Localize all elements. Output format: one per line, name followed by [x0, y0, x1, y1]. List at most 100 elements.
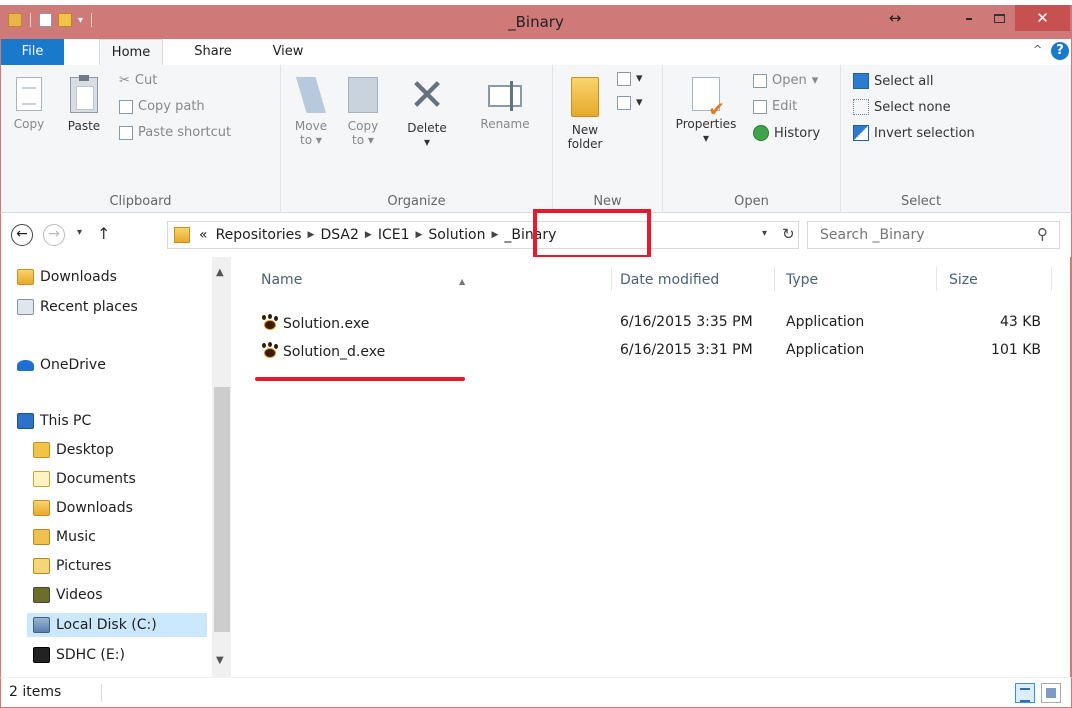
- open-group: Properties ▾ Open ▾ Edit History Open: [663, 65, 841, 213]
- tab-view[interactable]: View: [268, 39, 308, 65]
- large-icons-view-icon[interactable]: [1041, 683, 1061, 703]
- open-button[interactable]: Open ▾: [753, 73, 818, 88]
- downloads-folder-icon: [33, 500, 50, 516]
- column-divider[interactable]: [1051, 267, 1052, 291]
- collapse-ribbon-icon[interactable]: ^: [1033, 43, 1042, 56]
- cut-label: Cut: [134, 73, 158, 88]
- nav-item-local-disk-c[interactable]: Local Disk (C:): [27, 613, 207, 637]
- tab-file[interactable]: File: [1, 39, 64, 65]
- breadcrumb-ice1[interactable]: ICE1: [378, 227, 410, 243]
- breadcrumb-solution[interactable]: Solution: [428, 227, 485, 243]
- videos-folder-icon: [33, 587, 50, 603]
- easy-access-button[interactable]: ▾: [617, 95, 643, 110]
- file-type: Application: [786, 342, 865, 358]
- close-button[interactable]: ✕: [1015, 5, 1070, 31]
- column-divider[interactable]: [936, 267, 937, 291]
- history-button[interactable]: History: [753, 125, 820, 141]
- column-header-date-modified[interactable]: Date modified: [620, 267, 770, 293]
- paste-shortcut-button[interactable]: Paste shortcut: [119, 125, 231, 140]
- select-all-button[interactable]: Select all: [853, 73, 933, 89]
- scroll-down-icon[interactable]: ▼: [216, 655, 224, 666]
- minimize-button[interactable]: –: [954, 5, 984, 31]
- edit-button[interactable]: Edit: [753, 99, 797, 114]
- nav-item-music[interactable]: Music: [33, 525, 207, 549]
- file-size: 101 KB: [991, 342, 1041, 358]
- refresh-icon[interactable]: ↻: [782, 225, 795, 243]
- organize-group: Move to ▾ Copy to ▾ ✕ Delete ▾ Rename Or…: [281, 65, 553, 213]
- scrollbar-thumb[interactable]: [214, 387, 230, 632]
- ribbon-tabs: File Home Share View ^ ?: [0, 39, 1072, 65]
- select-none-button[interactable]: Select none: [853, 99, 951, 115]
- forward-button[interactable]: →: [43, 224, 65, 246]
- address-dropdown-icon[interactable]: ▾: [762, 228, 767, 239]
- search-input[interactable]: [807, 221, 1060, 249]
- column-header-size[interactable]: Size: [949, 267, 1049, 293]
- window-title: _Binary: [508, 13, 564, 31]
- paste-button[interactable]: Paste: [61, 75, 107, 133]
- new-folder-button[interactable]: New folder: [563, 77, 607, 151]
- nav-item-downloads-pc[interactable]: Downloads: [33, 496, 207, 520]
- snap-resize-icon[interactable]: ↔: [880, 5, 910, 31]
- copy-to-button[interactable]: Copy to ▾: [343, 77, 383, 147]
- file-date: 6/16/2015 3:35 PM: [620, 314, 753, 330]
- details-view-icon[interactable]: [1015, 683, 1035, 703]
- copy-button[interactable]: Copy: [9, 77, 49, 131]
- help-icon[interactable]: ?: [1051, 42, 1069, 60]
- nav-item-label: SDHC (E:): [56, 647, 125, 663]
- music-folder-icon: [33, 529, 50, 545]
- copy-icon: [16, 77, 42, 111]
- file-row[interactable]: Solution_d.exe 6/16/2015 3:31 PM Applica…: [231, 338, 1061, 364]
- paste-icon: [70, 75, 98, 113]
- file-row[interactable]: Solution.exe 6/16/2015 3:35 PM Applicati…: [231, 310, 1061, 336]
- column-header-type[interactable]: Type: [786, 267, 936, 293]
- dropdown-arrow-icon: ▾: [423, 135, 431, 149]
- dropdown-arrow-icon: ▾: [315, 133, 322, 147]
- nav-item-sdhc-e[interactable]: SDHC (E:): [33, 643, 207, 667]
- move-to-button[interactable]: Move to ▾: [291, 77, 331, 147]
- nav-item-downloads[interactable]: Downloads: [17, 265, 207, 289]
- breadcrumb-repositories[interactable]: Repositories: [216, 227, 302, 243]
- select-group-label: Select: [900, 194, 942, 209]
- nav-item-documents[interactable]: Documents: [33, 467, 207, 491]
- delete-button[interactable]: ✕ Delete ▾: [399, 74, 455, 150]
- search-icon[interactable]: ⚲: [1037, 225, 1048, 243]
- invert-selection-button[interactable]: Invert selection: [853, 125, 975, 141]
- address-bar[interactable]: « Repositories ▶ DSA2 ▶ ICE1 ▶ Solution …: [167, 221, 799, 249]
- breadcrumb-chevron-icon[interactable]: ▶: [491, 230, 498, 240]
- nav-pane-scrollbar[interactable]: ▲ ▼: [212, 257, 232, 677]
- column-divider[interactable]: [611, 267, 612, 291]
- tab-share[interactable]: Share: [187, 39, 239, 65]
- nav-item-onedrive[interactable]: OneDrive: [17, 353, 207, 377]
- paste-shortcut-icon: [119, 125, 133, 140]
- breadcrumb-chevron-icon[interactable]: ▶: [365, 230, 372, 240]
- nav-item-pictures[interactable]: Pictures: [33, 554, 207, 578]
- cut-button[interactable]: ✂ Cut: [119, 73, 157, 88]
- nav-item-videos[interactable]: Videos: [33, 583, 207, 607]
- new-item-button[interactable]: ▾: [617, 71, 643, 86]
- scroll-up-icon[interactable]: ▲: [216, 267, 224, 278]
- maximize-button[interactable]: [984, 5, 1014, 31]
- title-bar: ▾ _Binary ↔ – ✕: [0, 5, 1072, 39]
- rename-button[interactable]: Rename: [477, 77, 533, 131]
- invert-selection-label: Invert selection: [874, 125, 975, 141]
- up-button[interactable]: ↑: [97, 224, 110, 243]
- copy-path-button[interactable]: Copy path: [119, 99, 205, 114]
- breadcrumb-dsa2[interactable]: DSA2: [320, 227, 358, 243]
- back-button[interactable]: ←: [11, 224, 33, 246]
- nav-item-this-pc[interactable]: This PC: [17, 409, 207, 433]
- file-explorer-window: ▾ _Binary ↔ – ✕ File Home Share View ^ ?…: [0, 5, 1072, 708]
- column-header-name[interactable]: Name ▲: [261, 267, 611, 293]
- tab-home[interactable]: Home: [99, 39, 163, 65]
- column-divider[interactable]: [774, 267, 775, 291]
- nav-item-recent-places[interactable]: Recent places: [17, 295, 207, 319]
- breadcrumb-overflow[interactable]: «: [199, 227, 208, 243]
- recent-locations-icon[interactable]: ▾: [77, 227, 82, 238]
- properties-button[interactable]: Properties ▾: [671, 77, 741, 145]
- select-all-icon: [853, 73, 869, 89]
- nav-item-desktop[interactable]: Desktop: [33, 438, 207, 462]
- breadcrumb-chevron-icon[interactable]: ▶: [415, 230, 422, 240]
- annotation-underline: [255, 377, 465, 381]
- new-folder-icon: [571, 77, 599, 117]
- breadcrumb-chevron-icon[interactable]: ▶: [308, 230, 315, 240]
- copy-to-label: Copy: [347, 119, 379, 133]
